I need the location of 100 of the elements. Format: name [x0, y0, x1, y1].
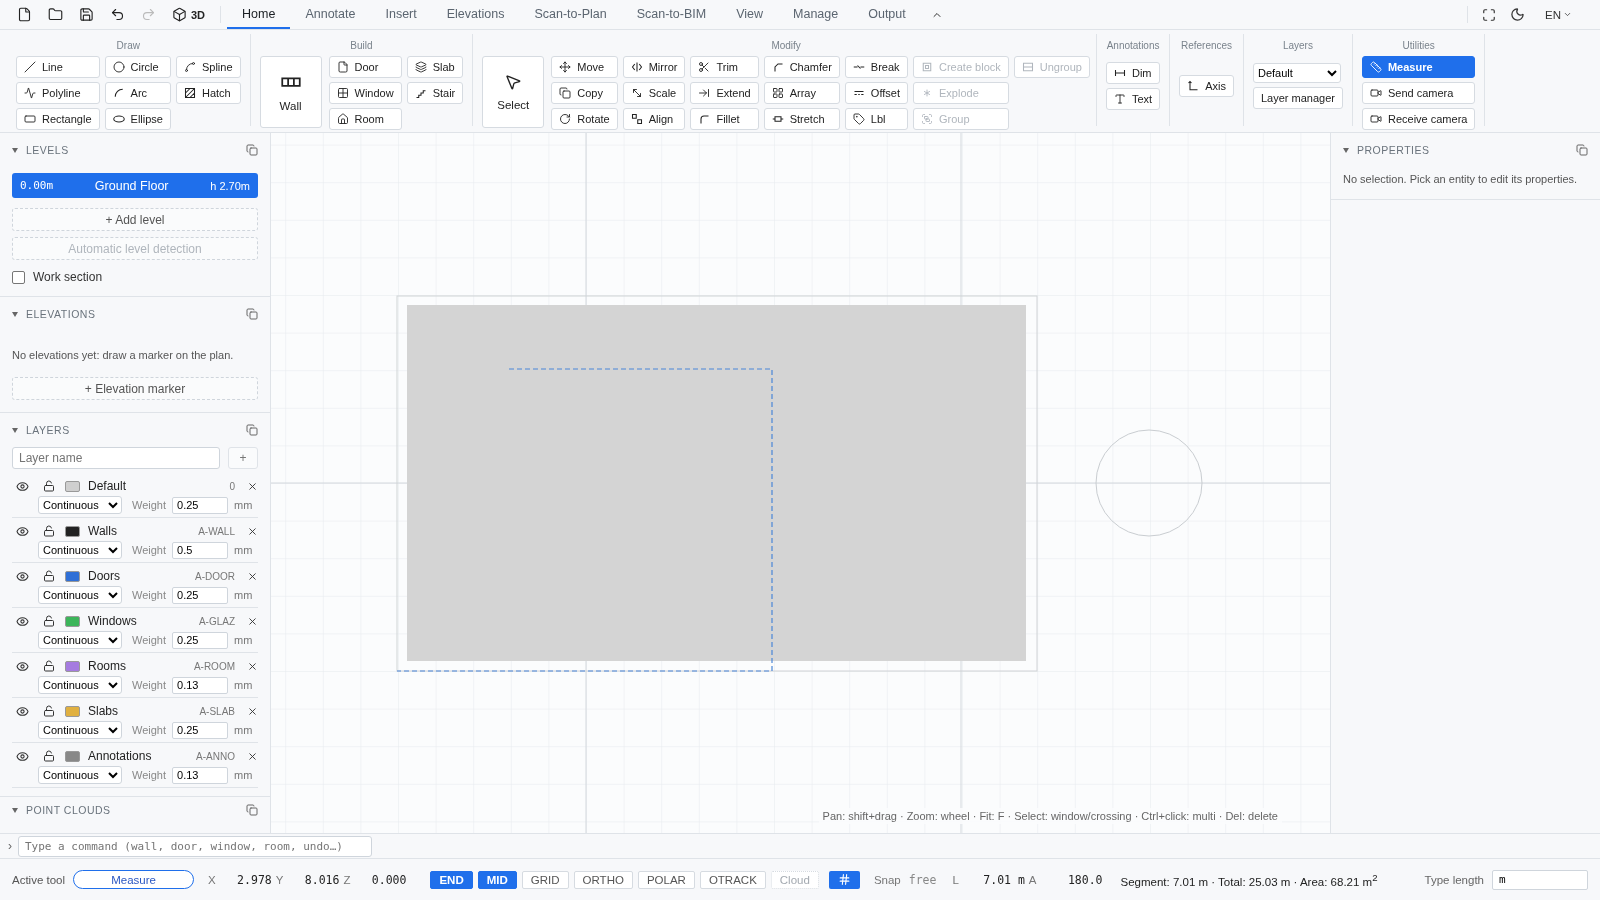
close-icon[interactable] [247, 660, 258, 672]
tool-button[interactable]: Trim [690, 56, 759, 78]
elevation-marker-button[interactable]: + Elevation marker [12, 377, 258, 400]
color-swatch[interactable] [65, 570, 80, 582]
tool-button[interactable]: Ellipse [104, 108, 171, 130]
color-swatch[interactable] [65, 615, 80, 627]
close-icon[interactable] [247, 480, 258, 492]
unlock-icon[interactable] [43, 615, 55, 627]
command-field[interactable]: Type a command (wall, door, window, room, undo…) [18, 835, 372, 857]
unlock-icon[interactable] [43, 705, 55, 717]
close-icon[interactable] [247, 705, 258, 717]
tool-button[interactable]: Layer manager [1252, 87, 1343, 109]
ribbon-tab[interactable]: Elevations [431, 0, 520, 29]
tool-button[interactable]: Slab [406, 56, 464, 78]
unlock-icon[interactable] [43, 525, 55, 537]
tool-button[interactable]: Offset [844, 82, 908, 104]
grid-snap-button[interactable] [828, 870, 860, 889]
linetype-select[interactable]: Continuous [38, 631, 122, 649]
tool-button[interactable]: Hatch [175, 82, 241, 104]
close-icon[interactable] [247, 570, 258, 582]
eye-icon[interactable] [16, 569, 29, 583]
ribbon-tab[interactable]: Annotate [290, 0, 371, 29]
weight-field[interactable]: 0.25 [172, 631, 229, 649]
eye-icon[interactable] [16, 659, 29, 673]
weight-field[interactable]: 0.13 [172, 676, 229, 694]
snap-toggle[interactable]: GRID [521, 870, 569, 889]
close-icon[interactable] [247, 525, 258, 537]
tool-button[interactable]: Send camera [1361, 82, 1476, 104]
tool-button[interactable]: Measure [1361, 56, 1476, 78]
tool-button[interactable]: Copy [551, 82, 618, 104]
tool-button[interactable]: Chamfer [763, 56, 840, 78]
ribbon-tab[interactable]: Scan-to-Plan [519, 0, 622, 29]
linetype-select[interactable]: Continuous [38, 496, 122, 514]
color-swatch[interactable] [65, 705, 80, 717]
tool-button[interactable]: Arc [104, 82, 171, 104]
linetype-select[interactable]: Continuous [38, 586, 122, 604]
popout-icon[interactable] [246, 424, 258, 436]
snap-toggle[interactable]: ORTHO [573, 870, 633, 889]
layer-name-field[interactable]: Layer name [12, 447, 220, 469]
collapse-caret-icon[interactable] [12, 427, 18, 433]
collapse-caret-icon[interactable] [12, 147, 18, 153]
linetype-select[interactable]: Continuous [38, 541, 122, 559]
tool-button[interactable]: Dim [1106, 62, 1161, 84]
popout-icon[interactable] [1576, 144, 1588, 156]
3d-view-button[interactable]: 3D [167, 5, 211, 24]
snap-toggle[interactable]: END [430, 870, 473, 889]
tool-button[interactable]: Lbl [844, 108, 908, 130]
popout-icon[interactable] [246, 144, 258, 156]
close-icon[interactable] [247, 750, 258, 762]
tool-button[interactable]: Wall [259, 56, 322, 128]
color-swatch[interactable] [65, 660, 80, 672]
eye-icon[interactable] [16, 524, 29, 538]
tool-button[interactable]: Line [16, 56, 100, 78]
linetype-select[interactable]: Continuous [38, 676, 122, 694]
tool-button[interactable]: Text [1106, 88, 1161, 110]
popout-icon[interactable] [246, 804, 258, 816]
fullscreen-button[interactable] [1482, 7, 1496, 22]
unlock-icon[interactable] [43, 750, 55, 762]
drawing-canvas[interactable]: Pan: shift+drag · Zoom: wheel · Fit: F · Select: window/crossing · Ctrl+click: multi · Del: delete [271, 133, 1330, 833]
snap-toggle[interactable]: MID [477, 870, 517, 889]
weight-field[interactable]: 0.25 [172, 586, 229, 604]
tool-button[interactable]: Mirror [622, 56, 686, 78]
add-layer-button[interactable]: + [228, 447, 258, 469]
tool-button[interactable]: Break [844, 56, 908, 78]
snap-toggle[interactable]: POLAR [637, 870, 695, 889]
tool-button[interactable]: Polyline [16, 82, 100, 104]
weight-field[interactable]: 0.25 [172, 721, 229, 739]
tool-button[interactable]: Move [551, 56, 618, 78]
theme-toggle-button[interactable] [1510, 7, 1525, 22]
weight-field[interactable]: 0.13 [172, 766, 229, 784]
tool-button[interactable]: Circle [104, 56, 171, 78]
collapse-caret-icon[interactable] [1343, 147, 1349, 153]
tool-button[interactable]: Stair [406, 82, 464, 104]
tool-button[interactable]: Rectangle [16, 108, 100, 130]
add-level-button[interactable]: + Add level [12, 208, 258, 231]
level-item[interactable]: 0.00m Ground Floor h 2.70m [12, 173, 258, 198]
tool-button[interactable]: Door [328, 56, 402, 78]
linetype-select[interactable]: Continuous [38, 721, 122, 739]
unlock-icon[interactable] [43, 480, 55, 492]
eye-icon[interactable] [16, 704, 29, 718]
tool-button[interactable]: Rotate [551, 108, 618, 130]
tool-button[interactable]: Stretch [763, 108, 840, 130]
eye-icon[interactable] [16, 614, 29, 628]
snap-toggle[interactable]: OTRACK [699, 870, 766, 889]
tool-button[interactable]: Scale [622, 82, 686, 104]
ribbon-tab[interactable]: Manage [778, 0, 854, 29]
linetype-select[interactable]: Continuous [38, 766, 122, 784]
tool-button[interactable]: Align [622, 108, 686, 130]
collapse-caret-icon[interactable] [12, 311, 18, 317]
ribbon-tab[interactable]: Output [853, 0, 921, 29]
ribbon-tab[interactable]: Scan-to-BIM [621, 0, 722, 29]
collapse-caret-icon[interactable] [12, 807, 18, 813]
tool-button[interactable]: Select [482, 56, 545, 128]
weight-field[interactable]: 0.25 [172, 496, 229, 514]
eye-icon[interactable] [16, 749, 29, 763]
tool-button[interactable]: Axis [1179, 75, 1234, 97]
color-swatch[interactable] [65, 480, 80, 492]
tool-button[interactable]: Room [328, 108, 402, 130]
unlock-icon[interactable] [43, 660, 55, 672]
ribbon-tab[interactable]: Insert [370, 0, 432, 29]
